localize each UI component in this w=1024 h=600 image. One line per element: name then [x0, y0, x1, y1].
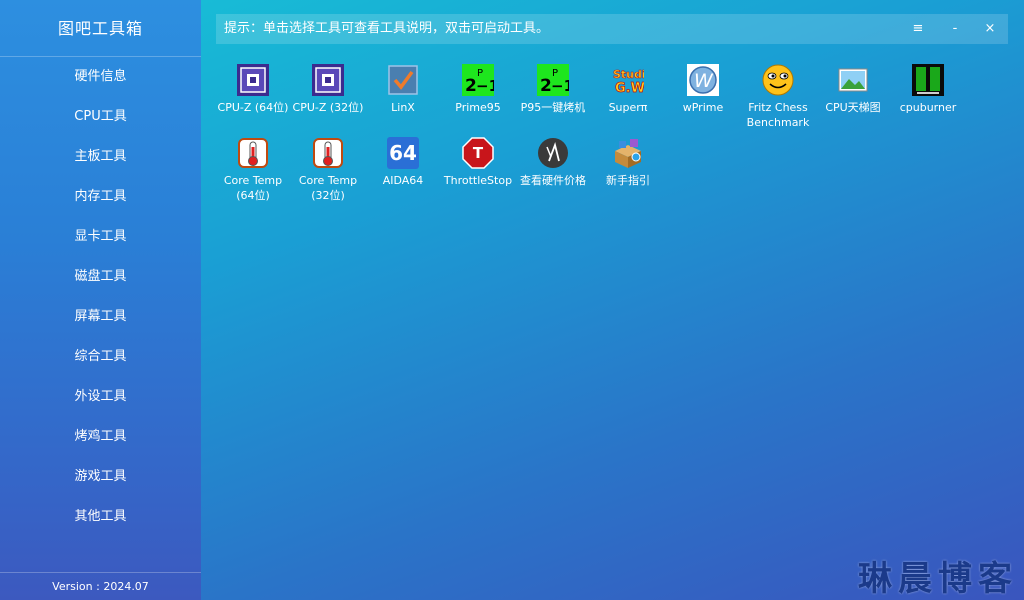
superpi-icon: StudioG.W. — [612, 64, 644, 96]
tool-cpuburner[interactable]: cpuburner — [890, 62, 966, 115]
tool-label: 新手指引 — [606, 174, 650, 187]
sidebar-item-stress-tools[interactable]: 烤鸡工具 — [0, 417, 201, 457]
cpu-chip-icon — [312, 64, 344, 96]
aida64-icon: 64 — [387, 137, 419, 169]
svg-text:G.W.: G.W. — [615, 81, 644, 96]
hint-text: 提示：单击选择工具可查看工具说明，双击可启动工具。 — [224, 21, 550, 36]
tool-label: ThrottleStop — [443, 174, 513, 187]
sidebar-item-cpu-tools[interactable]: CPU工具 — [0, 97, 201, 137]
tool-label: Core Temp (64位) — [223, 174, 283, 202]
svg-text:W: W — [694, 70, 714, 92]
tool-coretemp-32[interactable]: Core Temp (32位) — [290, 135, 366, 203]
thermometer-icon — [237, 137, 269, 169]
tool-label: CPU-Z (32位) — [292, 101, 364, 114]
minimize-icon[interactable]: - — [943, 14, 967, 44]
watermark: 琳晨博客 — [858, 559, 1018, 599]
sidebar-nav: 硬件信息 CPU工具 主板工具 内存工具 显卡工具 磁盘工具 屏幕工具 综合工具… — [0, 57, 201, 537]
tool-label: Fritz Chess Benchmark — [746, 101, 810, 129]
sidebar-item-game-tools[interactable]: 游戏工具 — [0, 457, 201, 497]
tool-throttlestop[interactable]: T ThrottleStop — [440, 135, 516, 188]
stop-sign-icon: T — [462, 137, 494, 169]
tool-superpi[interactable]: StudioG.W. Superπ — [590, 62, 666, 115]
svg-text:−1: −1 — [476, 77, 494, 95]
sidebar-item-other-tools[interactable]: 其他工具 — [0, 497, 201, 537]
tool-cpu-ladder[interactable]: CPU天梯图 — [815, 62, 891, 115]
tool-label: P95一键烤机 — [520, 101, 586, 114]
sidebar-item-motherboard-tools[interactable]: 主板工具 — [0, 137, 201, 177]
cpu-chip-icon — [237, 64, 269, 96]
svg-text:−1: −1 — [551, 77, 569, 95]
sidebar-item-general-tools[interactable]: 综合工具 — [0, 337, 201, 377]
sidebar-item-screen-tools[interactable]: 屏幕工具 — [0, 297, 201, 337]
stop-sign-text: T — [472, 144, 484, 162]
tool-beginner-guide[interactable]: 新手指引 — [590, 135, 666, 188]
sidebar: 图吧工具箱 硬件信息 CPU工具 主板工具 内存工具 显卡工具 磁盘工具 屏幕工… — [0, 0, 201, 600]
version-label: Version : 2024.07 — [0, 572, 201, 600]
picture-icon — [837, 64, 869, 96]
tool-aida64[interactable]: 64 AIDA64 — [365, 135, 441, 188]
close-icon[interactable]: × — [978, 14, 1002, 44]
tool-wprime[interactable]: W wPrime — [665, 62, 741, 115]
menu-icon[interactable]: ≡ — [906, 14, 930, 44]
app-title: 图吧工具箱 — [0, 0, 201, 57]
package-icon — [612, 137, 644, 169]
cpuburner-icon — [912, 64, 944, 96]
sidebar-item-gpu-tools[interactable]: 显卡工具 — [0, 217, 201, 257]
sidebar-item-disk-tools[interactable]: 磁盘工具 — [0, 257, 201, 297]
wprime-icon: W — [687, 64, 719, 96]
tool-cpuz-64[interactable]: CPU-Z (64位) — [215, 62, 291, 115]
tool-label: LinX — [391, 101, 415, 114]
tool-label: Core Temp (32位) — [298, 174, 358, 202]
tool-fritz-chess[interactable]: Fritz Chess Benchmark — [740, 62, 816, 130]
svg-text:Studio: Studio — [613, 68, 644, 81]
tool-cpuz-32[interactable]: CPU-Z (32位) — [290, 62, 366, 115]
tool-label: 查看硬件价格 — [520, 174, 586, 187]
tool-label: CPU天梯图 — [825, 101, 881, 114]
prime95-icon: 2 P −1 — [462, 64, 494, 96]
tool-label: Prime95 — [455, 101, 501, 114]
tool-label: CPU-Z (64位) — [217, 101, 289, 114]
tool-prime95[interactable]: 2 P −1 Prime95 — [440, 62, 516, 115]
smiley-icon — [762, 64, 794, 96]
sidebar-item-peripheral-tools[interactable]: 外设工具 — [0, 377, 201, 417]
price-icon — [537, 137, 569, 169]
tool-hardware-price[interactable]: 查看硬件价格 — [515, 135, 591, 188]
sidebar-item-hardware-info[interactable]: 硬件信息 — [0, 57, 201, 97]
tool-coretemp-64[interactable]: Core Temp (64位) — [215, 135, 291, 203]
hint-bar: 提示：单击选择工具可查看工具说明，双击可启动工具。 ≡ - × — [216, 14, 1008, 44]
thermometer-icon — [312, 137, 344, 169]
tool-label: AIDA64 — [382, 174, 424, 187]
tool-label: Superπ — [608, 101, 648, 114]
tool-p95-burn[interactable]: 2 P −1 P95一键烤机 — [515, 62, 591, 115]
prime95-icon: 2 P −1 — [537, 64, 569, 96]
aida64-icon-text: 64 — [389, 141, 417, 165]
tool-linx[interactable]: LinX — [365, 62, 441, 115]
checkbox-icon — [387, 64, 419, 96]
sidebar-item-memory-tools[interactable]: 内存工具 — [0, 177, 201, 217]
tool-label: cpuburner — [899, 101, 957, 114]
tool-label: wPrime — [682, 101, 724, 114]
